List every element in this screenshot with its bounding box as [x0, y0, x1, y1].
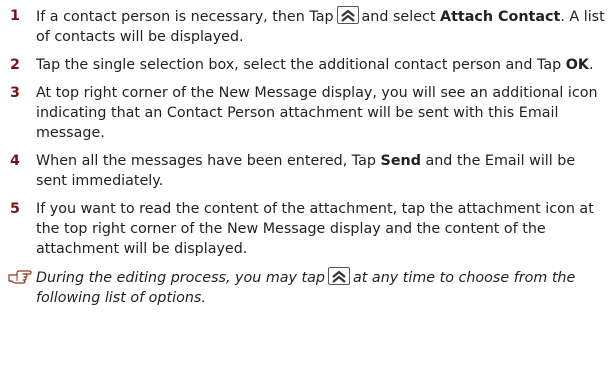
step-text: If a contact person is necessary, then T…	[32, 6, 606, 47]
step-text: If you want to read the content of the a…	[36, 201, 594, 257]
tip-note: During the editing process, you may tap a…	[8, 267, 606, 308]
ok-label: OK	[565, 57, 589, 73]
step-4: 4 When all the messages have been entere…	[8, 151, 606, 191]
pointing-hand-icon-glyph	[8, 270, 32, 284]
step-text-part: and select	[361, 9, 436, 25]
step-number: 2	[10, 57, 20, 73]
double-chevron-up-icon	[328, 267, 351, 285]
step-text: At top right corner of the New Message d…	[36, 85, 598, 141]
note-text-part: During the editing process, you may tap	[36, 270, 326, 286]
step-text-part: If a contact person is necessary, then T…	[36, 9, 334, 25]
step-number: 4	[10, 153, 20, 169]
note-text: During the editing process, you may tap a…	[34, 267, 606, 308]
step-5: 5 If you want to read the content of the…	[8, 199, 606, 259]
step-text-part: When all the messages have been entered,…	[36, 153, 376, 169]
attach-contact-label: Attach Contact	[440, 9, 561, 25]
step-number: 5	[10, 201, 20, 217]
double-chevron-up-icon-glyph	[332, 270, 346, 283]
step-3: 3 At top right corner of the New Message…	[8, 83, 606, 143]
step-text-part: Tap the single selection box, select the…	[36, 57, 562, 73]
step-text: When all the messages have been entered,…	[32, 151, 606, 191]
step-1: 1 If a contact person is necessary, then…	[8, 6, 606, 47]
step-2: 2 Tap the single selection box, select t…	[8, 55, 606, 75]
send-label: Send	[380, 153, 421, 169]
double-chevron-up-icon	[336, 6, 359, 24]
step-number: 3	[10, 85, 20, 101]
step-number: 1	[10, 8, 20, 24]
step-text: Tap the single selection box, select the…	[32, 55, 606, 75]
double-chevron-up-icon-glyph	[340, 9, 355, 22]
pointing-hand-icon	[8, 267, 34, 291]
instruction-page: 1 If a contact person is necessary, then…	[0, 0, 614, 368]
step-text-part: .	[588, 57, 594, 73]
